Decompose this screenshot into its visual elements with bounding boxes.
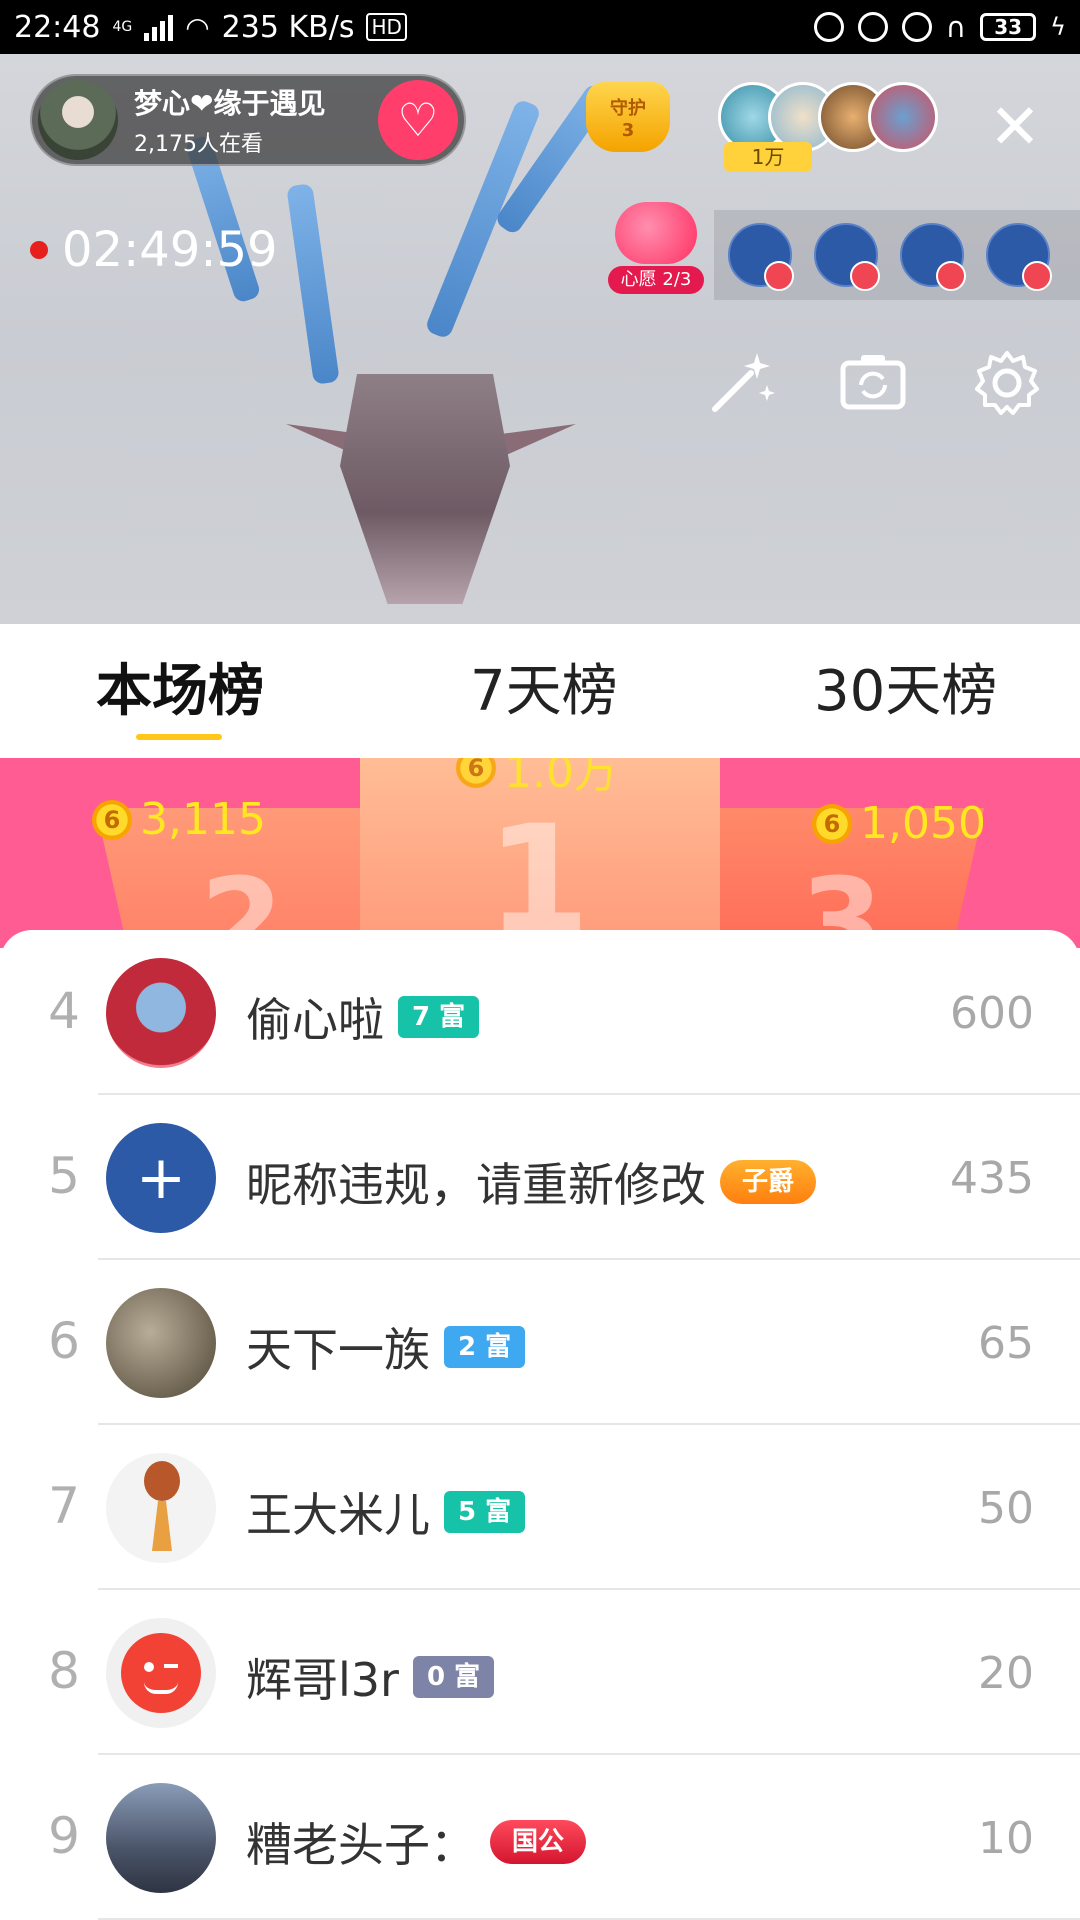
rank-number: 5 (48, 1147, 80, 1205)
top-audience[interactable]: 1万 (718, 82, 948, 182)
headphone-icon: ∩ (945, 10, 967, 44)
user-avatar[interactable] (106, 1783, 216, 1893)
seat-avatar[interactable] (900, 223, 966, 291)
wealth-level-badge: 2 富 (444, 1326, 526, 1368)
guard-label: 守护 (610, 97, 646, 119)
user-nickname: 偷心啦 (246, 993, 384, 1047)
seat-avatar[interactable] (814, 223, 880, 291)
antler-decor (286, 183, 340, 385)
viewer-count: 2,175人在看 (134, 132, 263, 157)
streamer-avatar[interactable] (38, 80, 118, 160)
magic-wand-icon[interactable] (696, 338, 786, 428)
tab-7-days[interactable]: 7天榜 (470, 646, 618, 727)
sofa-icon (850, 261, 880, 291)
live-timer: 02:49:59 (30, 222, 278, 278)
status-bar: 22:48 4G ◠ 235 KB/s HD ∩ 33 ϟ (0, 0, 1080, 54)
rank-number: 4 (48, 982, 80, 1040)
rank-number: 8 (48, 1642, 80, 1700)
network-type: 4G (112, 19, 133, 35)
podium-second-amount: 6 3,115 (92, 794, 266, 845)
audience-avatar[interactable] (868, 82, 938, 152)
coin-icon: 6 (812, 803, 852, 844)
user-avatar[interactable]: + (106, 1123, 216, 1233)
coin-icon: 6 (456, 758, 496, 788)
ranking-list: 4 偷心啦 7 富 600 5 + 昵称违规，请重新修改 子爵 435 6 天下… (0, 930, 1080, 1920)
deer-head (340, 374, 510, 604)
wish-label: 心愿 2/3 (608, 266, 704, 294)
seat-avatar[interactable] (728, 223, 794, 291)
lock-rotation-icon (857, 12, 888, 42)
tab-underline (136, 734, 222, 740)
audience-badge: 1万 (724, 142, 812, 172)
guard-badge[interactable]: 守护 3 (586, 82, 670, 172)
battery-icon: 33 (980, 13, 1037, 41)
podium-first-amount: 6 1.0万 (456, 758, 618, 800)
timer-text: 02:49:59 (62, 222, 278, 278)
podium: 1 2 3 6 1.0万 6 3,115 6 1,050 (0, 758, 1080, 948)
contribution-score: 20 (978, 1648, 1034, 1699)
contribution-score: 65 (978, 1318, 1034, 1369)
podium-number-1: 1 (486, 794, 591, 948)
wifi-icon: ◠ (185, 10, 210, 44)
user-avatar[interactable] (106, 1453, 216, 1563)
mute-icon (813, 12, 844, 42)
gear-icon[interactable] (962, 338, 1052, 428)
network-speed: 235 KB/s (221, 9, 355, 45)
user-avatar[interactable] (106, 1618, 216, 1728)
ranking-row[interactable]: 6 天下一族 2 富 65 (0, 1260, 1080, 1425)
ranking-row[interactable]: 8 辉哥l3r 0 富 20 (0, 1590, 1080, 1755)
follow-heart-button[interactable]: ♡ (378, 80, 458, 160)
ranking-row[interactable]: 7 王大米儿 5 富 50 (0, 1425, 1080, 1590)
streamer-name: 梦心❤缘于遇见 (134, 87, 326, 120)
heart-icon (615, 202, 697, 264)
rank-number: 9 (48, 1807, 80, 1865)
noble-title-badge: 子爵 (720, 1160, 817, 1204)
wealth-level-badge: 5 富 (444, 1491, 526, 1533)
seat-avatar[interactable] (986, 223, 1052, 291)
user-nickname: 昵称违规，请重新修改 (246, 1158, 706, 1212)
tab-current-session[interactable]: 本场榜 (96, 646, 264, 727)
user-avatar[interactable] (106, 958, 216, 1068)
sofa-icon (764, 261, 794, 291)
contribution-score: 600 (950, 988, 1034, 1039)
user-nickname: 辉哥l3r (246, 1653, 399, 1707)
user-nickname: 糟老头子： (246, 1818, 476, 1872)
status-time: 22:48 (14, 9, 101, 45)
alarm-icon (901, 12, 932, 42)
user-avatar[interactable] (106, 1288, 216, 1398)
rank-number: 6 (48, 1312, 80, 1370)
signal-icon (144, 13, 174, 41)
streamer-info-pill[interactable]: 梦心❤缘于遇见 2,175人在看 ♡ (30, 74, 466, 166)
ranking-row[interactable]: 5 + 昵称违规，请重新修改 子爵 435 (0, 1095, 1080, 1260)
ranking-tabs: 本场榜 7天榜 30天榜 (0, 624, 1080, 758)
sofa-icon (1022, 261, 1052, 291)
contribution-score: 10 (978, 1813, 1034, 1864)
camera-flip-icon[interactable] (828, 338, 918, 428)
contribution-score: 50 (978, 1483, 1034, 1534)
wealth-level-badge: 7 富 (398, 996, 480, 1038)
rank-number: 7 (48, 1477, 80, 1535)
coin-icon: 6 (92, 799, 132, 840)
charging-icon: ϟ (1050, 13, 1066, 41)
wealth-level-badge: 0 富 (412, 1656, 495, 1698)
contribution-score: 435 (950, 1153, 1034, 1204)
live-video[interactable]: 梦心❤缘于遇见 2,175人在看 ♡ 守护 3 1万 ✕ 02:49:59 心愿… (0, 54, 1080, 624)
user-nickname: 天下一族 (246, 1323, 430, 1377)
ranking-row[interactable]: 9 糟老头子： 国公 10 (0, 1755, 1080, 1920)
user-nickname: 王大米儿 (246, 1488, 430, 1542)
close-icon[interactable]: ✕ (980, 92, 1050, 162)
wish-button[interactable]: 心愿 2/3 (608, 202, 704, 296)
recording-dot-icon (30, 241, 48, 259)
podium-third-amount: 6 1,050 (812, 798, 986, 849)
guard-count: 3 (621, 119, 635, 141)
seat-strip (714, 210, 1080, 300)
noble-title-badge: 国公 (490, 1820, 587, 1864)
tab-30-days[interactable]: 30天榜 (814, 646, 997, 727)
ranking-row[interactable]: 4 偷心啦 7 富 600 (0, 930, 1080, 1095)
sofa-icon (936, 261, 966, 291)
hd-icon: HD (366, 13, 407, 41)
